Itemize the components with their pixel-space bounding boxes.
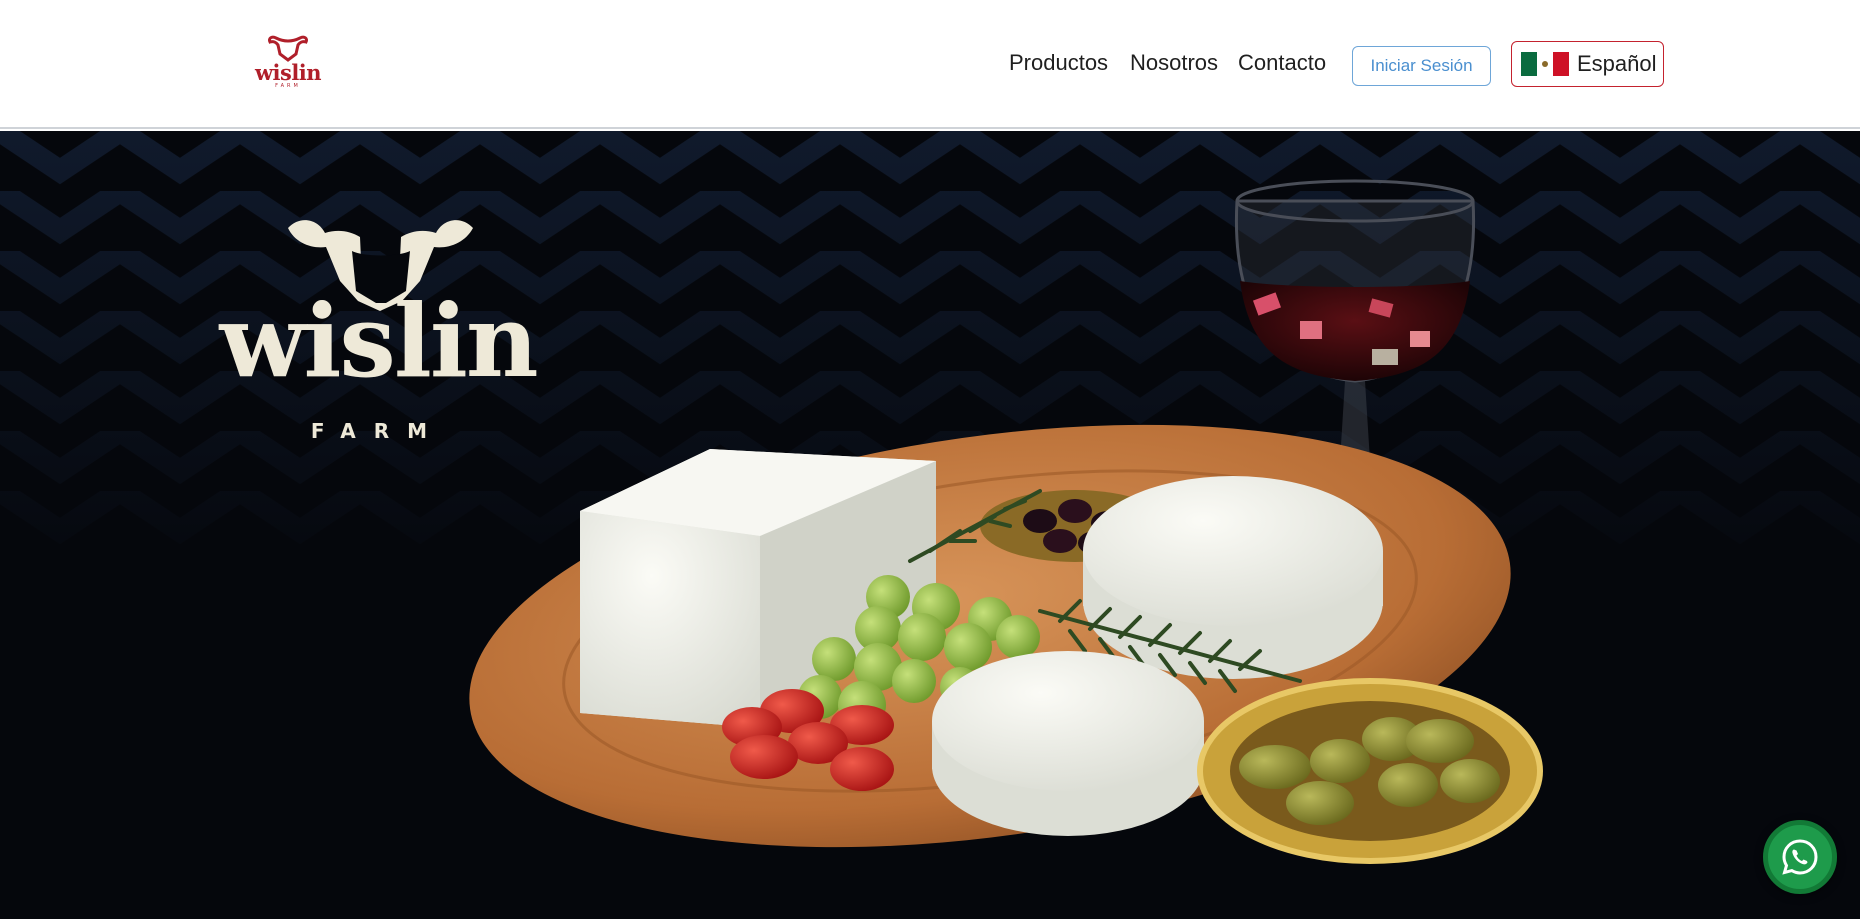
site-header: wislin FARM Productos Nosotros Contacto … xyxy=(0,0,1860,129)
round-cheese-front-image xyxy=(932,651,1204,836)
nav-contacto[interactable]: Contacto xyxy=(1238,50,1326,76)
login-button[interactable]: Iniciar Sesión xyxy=(1352,46,1491,86)
header-logo-name: wislin xyxy=(254,60,322,85)
round-cheese-right-image xyxy=(1083,476,1383,679)
hero-logo-subtitle: FARM xyxy=(310,419,446,443)
language-label: Español xyxy=(1577,51,1657,76)
hero-image xyxy=(0,131,1860,864)
nav-nosotros[interactable]: Nosotros xyxy=(1130,50,1218,76)
header-logo[interactable]: wislin FARM xyxy=(252,34,324,94)
language-selector[interactable]: Español xyxy=(1511,41,1664,87)
whatsapp-icon xyxy=(1782,839,1818,875)
mexico-flag-icon xyxy=(1521,52,1569,76)
hero-banner: wislin FARM xyxy=(0,131,1860,919)
nav-productos[interactable]: Productos xyxy=(1009,50,1108,76)
header-logo-subtitle: FARM xyxy=(275,83,301,89)
hero-logo-name: wislin xyxy=(219,282,538,400)
green-olives-bowl-image xyxy=(1197,678,1543,864)
whatsapp-button[interactable] xyxy=(1763,820,1837,894)
